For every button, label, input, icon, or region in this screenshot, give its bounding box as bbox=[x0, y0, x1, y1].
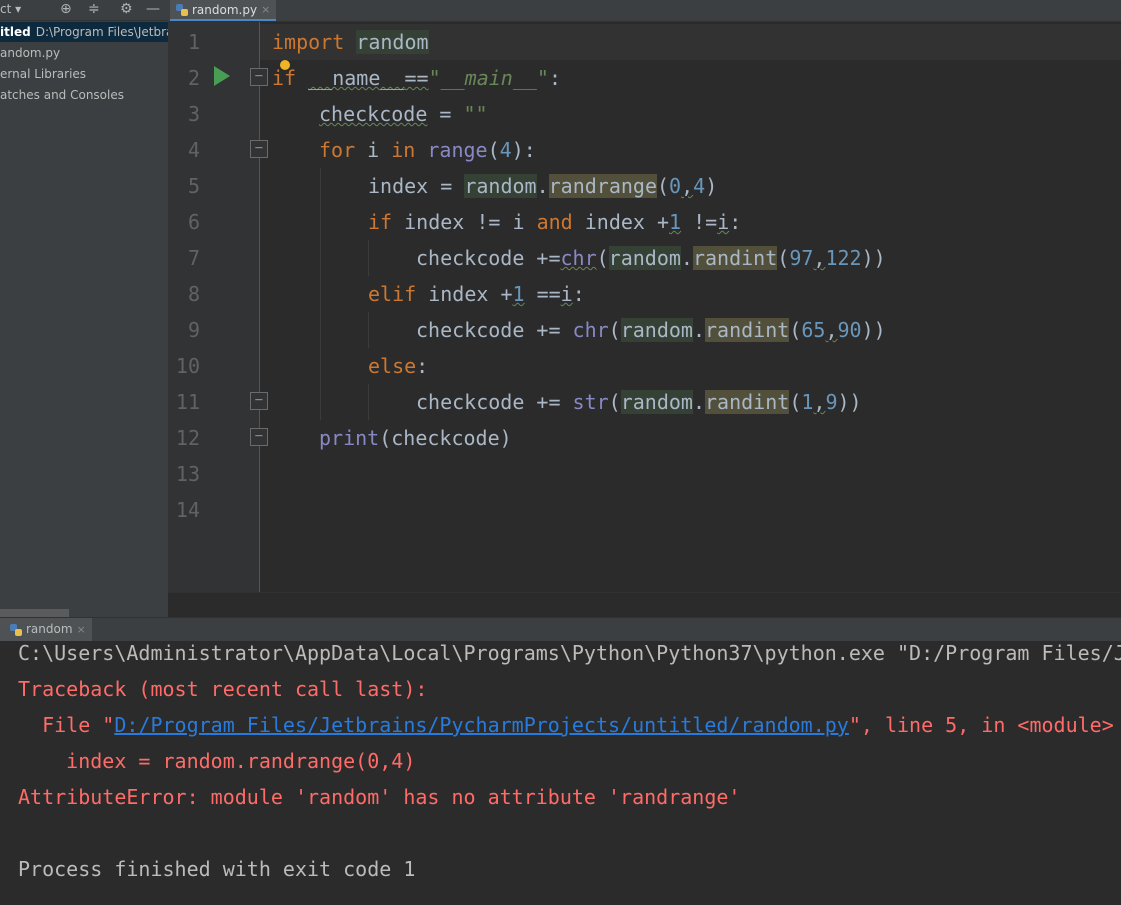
project-view-label: ct bbox=[0, 2, 12, 16]
tree-item-untitled[interactable]: itled D:\Program Files\Jetbra bbox=[0, 22, 168, 42]
close-icon[interactable]: × bbox=[261, 0, 270, 20]
tree-item-path: D:\Program Files\Jetbra bbox=[35, 25, 168, 39]
line-number: 13 bbox=[175, 462, 200, 486]
tab-label: random.py bbox=[192, 2, 258, 17]
run-console[interactable]: C:\Users\Administrator\AppData\Local\Pro… bbox=[0, 641, 1121, 905]
line-number: 2 bbox=[187, 66, 200, 90]
fold-icon[interactable]: − bbox=[250, 428, 268, 446]
console-error-message: AttributeError: module 'random' has no a… bbox=[18, 785, 741, 809]
collapse-all-icon[interactable]: ≑ bbox=[88, 1, 100, 17]
line-number: 12 bbox=[175, 426, 200, 450]
hide-icon[interactable]: — bbox=[146, 1, 160, 17]
indent-guide bbox=[320, 168, 321, 420]
code-line-7: checkcode +=chr(random.randint(97,122)) bbox=[416, 246, 886, 270]
tree-item-label: andom.py bbox=[0, 46, 61, 60]
line-number: 14 bbox=[175, 498, 200, 522]
line-number: 11 bbox=[175, 390, 200, 414]
project-toolbar: ct ▾ ⊕ ≑ ⚙ — bbox=[0, 0, 168, 21]
line-number: 7 bbox=[187, 246, 200, 270]
line-number: 10 bbox=[175, 354, 200, 378]
code-line-9: checkcode += chr(random.randint(65,90)) bbox=[416, 318, 886, 342]
tree-item-external-libraries[interactable]: ernal Libraries bbox=[0, 64, 86, 84]
line-number: 6 bbox=[187, 210, 200, 234]
fold-icon[interactable]: − bbox=[250, 68, 268, 86]
locate-icon[interactable]: ⊕ bbox=[60, 1, 72, 17]
tree-item-random-py[interactable]: andom.py bbox=[0, 43, 60, 63]
console-code-line: index = random.randrange(0,4) bbox=[18, 749, 416, 773]
code-line-4: for i in range(4): bbox=[319, 138, 536, 162]
code-line-11: checkcode += str(random.randint(1,9)) bbox=[416, 390, 862, 414]
code-line-2: if __name__=="__main__": bbox=[272, 66, 562, 90]
code-line-12: print(checkcode) bbox=[319, 426, 512, 450]
console-file-link[interactable]: D:/Program Files/Jetbrains/PycharmProjec… bbox=[114, 713, 849, 737]
project-panel: ct ▾ ⊕ ≑ ⚙ — itled D:\Program Files\Jetbr… bbox=[0, 0, 168, 617]
fold-icon[interactable]: − bbox=[250, 392, 268, 410]
editor-horizontal-scrollbar[interactable] bbox=[168, 592, 1121, 618]
indent-guide bbox=[368, 384, 369, 420]
project-scrollbar[interactable] bbox=[0, 609, 69, 617]
gear-icon[interactable]: ⚙ bbox=[120, 1, 133, 17]
line-number: 4 bbox=[187, 138, 200, 162]
gutter-separator bbox=[259, 22, 260, 592]
project-view-selector[interactable]: ct ▾ bbox=[0, 2, 21, 16]
run-config-icon bbox=[10, 623, 22, 636]
line-number: 8 bbox=[187, 282, 200, 306]
fold-icon[interactable]: − bbox=[250, 140, 268, 158]
console-file-line: File "D:/Program Files/Jetbrains/Pycharm… bbox=[18, 713, 1114, 737]
line-number: 5 bbox=[187, 174, 200, 198]
tree-item-scratches[interactable]: atches and Consoles bbox=[0, 85, 124, 105]
tree-item-label: atches and Consoles bbox=[0, 88, 124, 102]
tree-item-label: ernal Libraries bbox=[0, 67, 87, 81]
console-command-line: C:\Users\Administrator\AppData\Local\Pro… bbox=[18, 641, 1121, 665]
tab-random-py[interactable]: random.py × bbox=[170, 0, 277, 21]
tree-item-label: itled bbox=[0, 25, 31, 39]
console-exit-message: Process finished with exit code 1 bbox=[18, 857, 416, 881]
run-gutter-icon[interactable] bbox=[214, 66, 230, 86]
code-line-1: import random bbox=[272, 30, 429, 54]
code-line-10: else: bbox=[368, 354, 429, 378]
indent-guide bbox=[368, 312, 369, 348]
code-line-8: elif index +1 ==i: bbox=[368, 282, 585, 306]
python-file-icon bbox=[176, 3, 188, 16]
code-line-5: index = random.randrange(0,4) bbox=[368, 174, 718, 198]
indent-guide bbox=[368, 240, 369, 276]
code-line-6: if index != i and index +1 !=i: bbox=[368, 210, 742, 234]
line-number: 9 bbox=[187, 318, 200, 342]
line-number: 3 bbox=[187, 102, 200, 126]
editor-tab-bar: random.py × bbox=[168, 0, 1121, 22]
code-line-3: checkcode = "" bbox=[319, 102, 488, 126]
line-number: 1 bbox=[187, 30, 200, 54]
console-traceback-header: Traceback (most recent call last): bbox=[18, 677, 428, 701]
